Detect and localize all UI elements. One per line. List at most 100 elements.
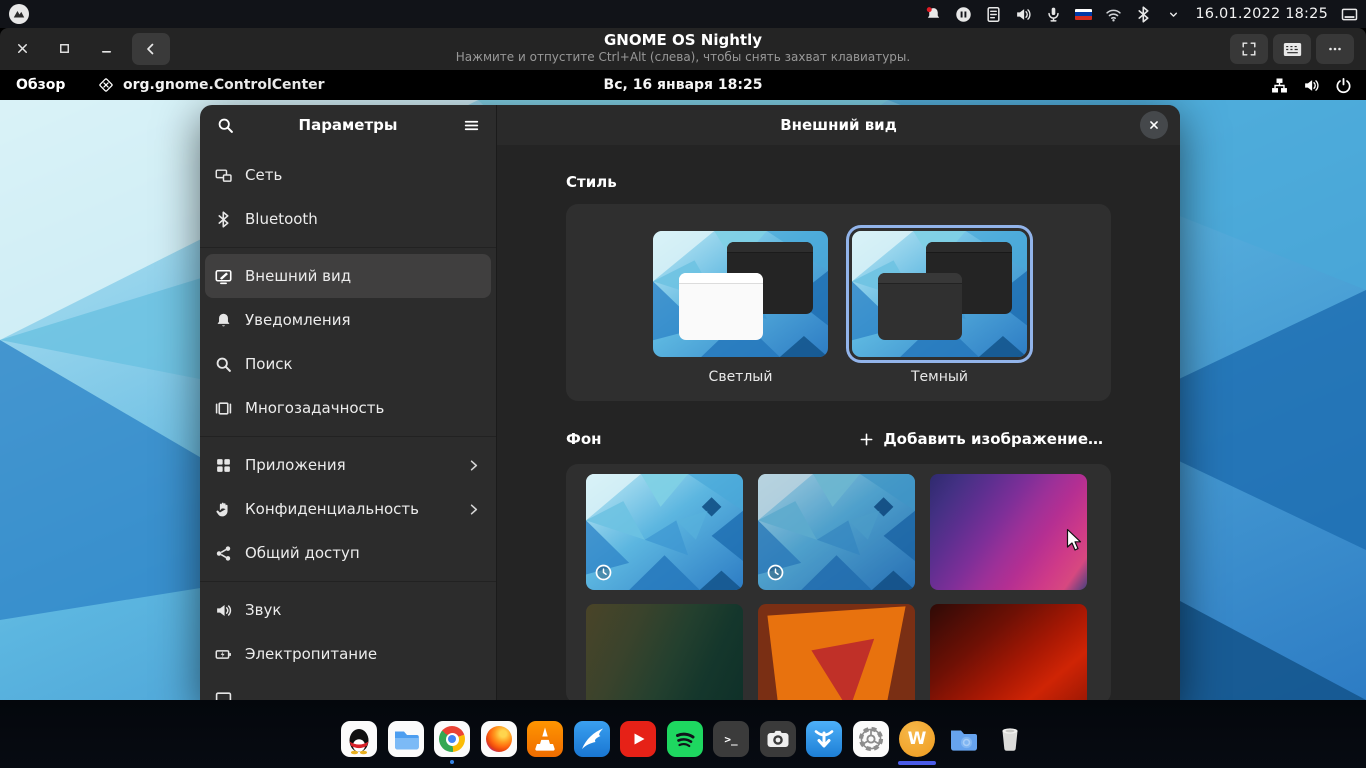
distro-logo-icon[interactable] bbox=[9, 4, 29, 24]
menu-button[interactable] bbox=[1316, 34, 1354, 64]
network-wired-icon[interactable] bbox=[1271, 77, 1288, 94]
dock-app-terminal[interactable]: >_ bbox=[713, 721, 749, 757]
background-thumbnail-gnome-blue-dark[interactable] bbox=[758, 474, 915, 590]
dock-app-cloud-folder[interactable] bbox=[946, 721, 982, 757]
sidebar-title: Параметры bbox=[298, 116, 398, 134]
sidebar-separator bbox=[200, 436, 496, 437]
search-icon[interactable] bbox=[214, 114, 236, 136]
dock-app-vlc[interactable] bbox=[527, 721, 563, 757]
gnome-clock[interactable]: Вс, 16 января 18:25 bbox=[604, 70, 763, 100]
background-thumbnail-purple-waves[interactable] bbox=[930, 474, 1087, 590]
style-card: Светлый Темный bbox=[566, 204, 1111, 401]
sidebar-item-notifications[interactable]: Уведомления bbox=[205, 298, 491, 342]
host-status-area[interactable]: 16.01.2022 18:25 bbox=[925, 0, 1358, 28]
ru-flag-icon[interactable] bbox=[1075, 6, 1093, 23]
style-option-light[interactable] bbox=[653, 231, 828, 357]
focused-app-name: org.gnome.ControlCenter bbox=[123, 77, 325, 93]
microphone-icon[interactable] bbox=[1045, 6, 1062, 23]
background-thumbnail-green-dark[interactable] bbox=[586, 604, 743, 704]
power-icon bbox=[215, 646, 232, 663]
dock-app-settings-gear[interactable] bbox=[852, 721, 889, 757]
volume-icon[interactable] bbox=[1015, 6, 1032, 23]
multitasking-icon bbox=[215, 400, 232, 417]
sidebar-item-label: Уведомления bbox=[245, 311, 351, 329]
dock-app-trash[interactable] bbox=[992, 721, 1028, 757]
settings-window: Параметры Сеть Bluetooth Внешний вид Уведом… bbox=[200, 105, 1180, 705]
sidebar-item-label: Электропитание bbox=[245, 645, 378, 663]
sound-icon bbox=[215, 602, 232, 619]
style-option-dark[interactable] bbox=[852, 231, 1027, 357]
sidebar-header: Параметры bbox=[200, 105, 496, 145]
fullscreen-button[interactable] bbox=[1230, 34, 1268, 64]
wifi-icon[interactable] bbox=[1105, 6, 1122, 23]
dock-app-files[interactable] bbox=[387, 721, 424, 757]
sidebar-item-sharing[interactable]: Общий доступ bbox=[205, 531, 491, 575]
sidebar-item-label: Звук bbox=[245, 601, 282, 619]
appearance-icon bbox=[215, 268, 232, 285]
add-image-button[interactable]: Добавить изображение… bbox=[851, 427, 1111, 451]
host-top-bar: 16.01.2022 18:25 bbox=[0, 0, 1366, 28]
sidebar-item-label: Конфиденциальность bbox=[245, 500, 420, 518]
gnome-status-icons[interactable] bbox=[1271, 70, 1352, 100]
dock-app-screenshot[interactable] bbox=[759, 721, 796, 757]
plus-icon bbox=[860, 433, 873, 445]
background-thumbnail-gnome-blue[interactable] bbox=[586, 474, 743, 590]
settings-sidebar: Параметры Сеть Bluetooth Внешний вид Уведом… bbox=[200, 105, 497, 705]
dock-app-bird-app[interactable] bbox=[573, 721, 610, 757]
dock-app-firefox[interactable] bbox=[480, 721, 517, 757]
volume-icon[interactable] bbox=[1303, 77, 1320, 94]
clipboard-icon[interactable] bbox=[985, 6, 1002, 23]
privacy-icon bbox=[215, 501, 232, 518]
focused-indicator-bar bbox=[898, 761, 936, 765]
sidebar-list: Сеть Bluetooth Внешний вид Уведомления Поиск… bbox=[200, 145, 496, 705]
dock-app-downloader[interactable] bbox=[806, 721, 842, 757]
sidebar-item-search[interactable]: Поиск bbox=[205, 342, 491, 386]
sidebar-item-label: Многозадачность bbox=[245, 399, 385, 417]
dock-app-wps-office[interactable]: W bbox=[898, 721, 936, 765]
background-grid bbox=[566, 464, 1111, 704]
activities-button[interactable]: Обзор bbox=[16, 70, 65, 100]
hamburger-menu-icon[interactable] bbox=[460, 114, 482, 136]
close-panel-button[interactable] bbox=[1140, 111, 1168, 139]
style-section-heading: Стиль bbox=[566, 173, 617, 191]
mouse-cursor bbox=[1066, 528, 1082, 551]
sidebar-item-sound[interactable]: Звук bbox=[205, 588, 491, 632]
tray-window-icon[interactable] bbox=[1341, 6, 1358, 23]
power-icon[interactable] bbox=[1335, 77, 1352, 94]
preview-window-front bbox=[679, 273, 763, 340]
chevron-right-icon bbox=[466, 458, 481, 473]
sidebar-item-apps[interactable]: Приложения bbox=[205, 443, 491, 487]
network-icon bbox=[215, 167, 232, 184]
sidebar-item-label: Общий доступ bbox=[245, 544, 360, 562]
background-thumbnail-red-dark[interactable] bbox=[930, 604, 1087, 704]
sidebar-item-label: Сеть bbox=[245, 166, 283, 184]
dock-app-spotify[interactable] bbox=[666, 721, 703, 757]
dock: >_ W bbox=[341, 721, 1028, 765]
sidebar-item-label: Внешний вид bbox=[245, 267, 352, 285]
sidebar-item-network[interactable]: Сеть bbox=[205, 153, 491, 197]
focused-app-menu[interactable]: org.gnome.ControlCenter bbox=[98, 70, 325, 100]
sidebar-item-privacy[interactable]: Конфиденциальность bbox=[205, 487, 491, 531]
sidebar-item-power[interactable]: Электропитание bbox=[205, 632, 491, 676]
dock-app-chrome[interactable] bbox=[434, 721, 470, 764]
chevron-right-icon bbox=[466, 502, 481, 517]
bluetooth-icon[interactable] bbox=[1135, 5, 1152, 23]
sidebar-item-label: Приложения bbox=[245, 456, 346, 474]
share-icon bbox=[215, 545, 232, 562]
dock-app-youtube[interactable] bbox=[620, 721, 656, 757]
notification-bell-icon[interactable] bbox=[925, 6, 942, 23]
sidebar-item-multitasking[interactable]: Многозадачность bbox=[205, 386, 491, 430]
dock-strip: >_ W bbox=[0, 700, 1366, 768]
apps-icon bbox=[215, 457, 232, 474]
sidebar-item-bluetooth[interactable]: Bluetooth bbox=[205, 197, 491, 241]
keyboard-button[interactable] bbox=[1273, 34, 1311, 64]
settings-main-panel: Внешний вид Стиль Светлый Темный Фон Доб… bbox=[497, 105, 1180, 705]
chevron-down-icon[interactable] bbox=[1165, 6, 1182, 23]
pause-badge-icon[interactable] bbox=[955, 6, 972, 23]
preview-window-front bbox=[878, 273, 962, 340]
background-thumbnail-orange-triangle[interactable] bbox=[758, 604, 915, 704]
panel-header: Внешний вид bbox=[497, 105, 1180, 145]
dock-app-qq[interactable] bbox=[341, 721, 377, 757]
sidebar-item-appearance[interactable]: Внешний вид bbox=[205, 254, 491, 298]
running-indicator-dot bbox=[450, 760, 454, 764]
